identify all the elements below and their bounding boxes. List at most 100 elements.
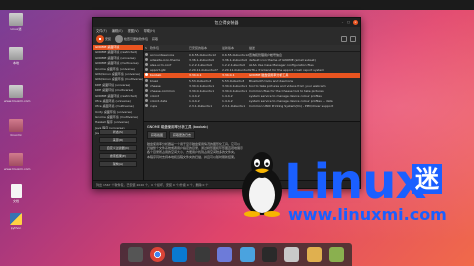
document-icon — [10, 184, 22, 198]
toolbar-fetch-button[interactable]: 获取 — [152, 37, 158, 41]
refresh-icon — [115, 35, 124, 43]
table-cell: colord-data — [150, 99, 168, 104]
table-cell: 2.3.1-9ubuntu1 — [189, 104, 213, 109]
table-row[interactable]: cups 2.3.1-9ubuntu1 2.3.1-9ubuntu1 Common U… — [144, 104, 360, 109]
desktop-icon-folder[interactable]: 本地 — [4, 47, 28, 65]
table-row[interactable]: alsa-ucm-conf 1.2.2-1ubuntu0 1.2.2-1ubuntu… — [144, 62, 360, 67]
document-viewer-icon[interactable] — [284, 247, 300, 262]
table-header: S 软件包 已安装的版本 最新版本 描述 — [144, 45, 360, 52]
sidebar-item[interactable]: GNU/Linux 桌面环境 (multiverse) — [93, 77, 143, 82]
table-cell: alsa-ucm-conf — [150, 62, 172, 67]
close-icon[interactable]: × — [353, 20, 358, 25]
desktop-icon-folder[interactable]: Linux迷 — [4, 13, 28, 31]
app-grid-icon[interactable] — [127, 247, 143, 262]
chrome-icon[interactable] — [150, 247, 166, 262]
search-icon[interactable] — [341, 36, 347, 42]
vim-icon[interactable] — [194, 247, 210, 262]
title-bar: 包立得安装器 – □ × — [93, 18, 360, 27]
folder-icon — [9, 85, 23, 98]
status-dot-icon — [145, 94, 148, 98]
table-cell: tool to take pictures and videos from yo… — [249, 83, 326, 88]
table-row[interactable]: baobab 3.34.0-1 3.34.0-1 GNOME 磁盘使用率分析工具 — [144, 72, 360, 78]
desktop-icon-document[interactable]: 文档 — [4, 184, 28, 203]
status-dot-icon — [145, 57, 148, 61]
table-row[interactable]: apport-gtk 2.20.11-0ubuntu27 2.20.11-0ubun… — [144, 68, 360, 73]
search-results-button[interactable]: 搜索结果(E) — [99, 153, 137, 159]
table-cell: cheese — [150, 83, 161, 88]
toolbar-check-updates-button[interactable]: 检查可更新软件包 — [115, 35, 148, 43]
status-dot-icon — [145, 83, 148, 87]
table-cell: 2.20.11-0ubuntu27 — [189, 68, 218, 73]
vscode-icon[interactable] — [172, 247, 188, 262]
architecture-button[interactable]: 架构(A) — [99, 161, 137, 167]
maximize-icon[interactable]: □ — [346, 20, 351, 25]
desktop-icon-folder[interactable]: www.linuxmi.com — [4, 153, 30, 171]
toolbar-install-button[interactable]: 安装 — [96, 35, 111, 43]
column-header[interactable]: 已安装的版本 — [189, 46, 222, 50]
table-row[interactable]: cheese 3.34.0-1ubuntu1 3.34.0-1ubuntu1 tool… — [144, 83, 360, 88]
table-row[interactable]: accountsservice 0.6.55-0ubuntu12 0.6.55-0u… — [144, 52, 360, 57]
toolbar: 安装 检查可更新软件包 获取 — [93, 33, 360, 45]
column-header[interactable]: 描述 — [249, 46, 360, 50]
software-icon[interactable] — [306, 247, 322, 262]
status-dot-icon — [145, 52, 148, 56]
status-dot-icon — [145, 73, 148, 77]
get-changelog-button[interactable]: 获取更改日志 — [169, 131, 196, 139]
status-dot-icon — [145, 78, 148, 82]
menu-help[interactable]: 帮助(H) — [144, 28, 155, 33]
menu-file[interactable]: 文件(F) — [96, 28, 107, 33]
table-row[interactable]: bluez 5.53-0ubuntu3 5.53-0ubuntu3 Bluetooth… — [144, 78, 360, 83]
sidebar-item[interactable]: GNOME 桌面环境 (multiverse) — [93, 61, 143, 66]
trash-icon[interactable] — [329, 247, 345, 262]
python-icon — [10, 213, 22, 225]
table-cell: Common UNIX Printing System(tm) - PPD/dr… — [249, 104, 334, 109]
notes-icon[interactable] — [217, 247, 233, 262]
status-dot-icon — [145, 99, 148, 103]
table-cell: Common files for the Cheese tool to take… — [249, 88, 324, 93]
table-row[interactable]: colord 1.4.4-2 1.4.4-2 system service to ma… — [144, 94, 360, 99]
table-row[interactable]: cheese-common 3.34.0-1ubuntu1 3.34.0-1ubun… — [144, 88, 360, 93]
menu-view[interactable]: 视图(V) — [128, 28, 139, 33]
sidebar: GNOME 桌面环境 GNOME 桌面环境 (restricted) GNOME… — [93, 45, 144, 180]
files-icon[interactable] — [239, 247, 255, 262]
table-cell: 3.34.0-1ubuntu1 — [189, 88, 215, 93]
tux-penguin-logo — [242, 152, 282, 217]
minimize-icon[interactable]: – — [340, 20, 345, 25]
desktop-icon-folder[interactable]: linuxmi — [4, 119, 28, 137]
table-cell: 3.34.0-1 — [222, 73, 235, 78]
table-cell: cheese-common — [150, 88, 175, 93]
desktop-icon-python[interactable]: python — [4, 213, 28, 230]
sidebar-item[interactable]: GNOME 桌面环境 (restricted) — [93, 50, 143, 55]
watermark-brand: Linux — [284, 154, 426, 210]
table-row[interactable]: colord-data 1.4.4-2 1.4.4-2 system service … — [144, 99, 360, 104]
table-cell: 3.34.0-1 — [189, 73, 202, 78]
table-cell: default icon theme of GNOME (small subse… — [249, 57, 316, 62]
column-header[interactable]: 软件包 — [150, 46, 189, 50]
status-filter-button[interactable]: 状态(S) — [99, 129, 137, 135]
top-bar — [0, 0, 474, 10]
table-cell: system service to manage device colour p… — [249, 94, 322, 99]
table-cell: 1.4.4-2 — [222, 99, 233, 104]
status-dot-icon — [145, 88, 148, 92]
table-cell: 3.34.0-1ubuntu1 — [222, 88, 248, 93]
desktop-icon-folder[interactable]: www.linuxmi.com — [4, 85, 30, 103]
table-cell: 3.34.0-1ubuntu1 — [222, 83, 248, 88]
table-cell: baobab — [150, 73, 162, 78]
column-header[interactable]: 最新版本 — [222, 46, 249, 50]
table-cell: adwaita-icon-theme — [150, 57, 180, 62]
watermark-suffix: 迷 — [412, 164, 442, 194]
table-cell: ALSA Use Case Manager configuration file… — [249, 62, 314, 67]
origin-filter-button[interactable]: 来源(R) — [99, 137, 137, 143]
menu-edit[interactable]: 编辑(E) — [112, 28, 123, 33]
table-row[interactable]: adwaita-icon-theme 3.36.1-2ubuntu0 3.36.1-… — [144, 57, 360, 62]
table-cell: 2.3.1-9ubuntu1 — [222, 104, 246, 109]
table-cell: 5.53-0ubuntu3 — [189, 78, 212, 83]
package-table: accountsservice 0.6.55-0ubuntu12 0.6.55-0u… — [144, 52, 360, 109]
install-icon — [96, 35, 104, 43]
get-screenshot-button[interactable]: 获取截图 — [147, 131, 168, 139]
table-cell: Bluetooth tools and daemons — [249, 78, 294, 83]
custom-filter-button[interactable]: 自定义过滤器(C) — [99, 145, 137, 151]
menu-icon[interactable] — [350, 36, 356, 42]
terminal-icon[interactable] — [262, 247, 278, 262]
table-cell: apport-gtk — [150, 68, 166, 73]
